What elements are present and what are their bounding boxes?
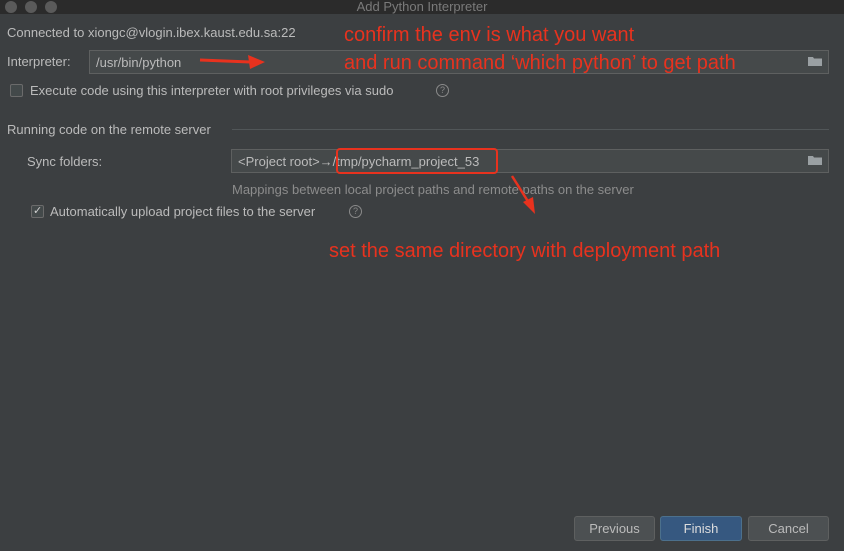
arrow-to-interpreter: [199, 58, 251, 64]
cancel-button[interactable]: Cancel: [748, 516, 829, 541]
previous-button[interactable]: Previous: [574, 516, 655, 541]
arrowhead-icon: [248, 55, 265, 69]
arrow-to-sync: [510, 175, 531, 204]
arrowhead-icon: [523, 197, 535, 214]
finish-button[interactable]: Finish: [660, 516, 742, 541]
annotation-arrows: [199, 55, 535, 214]
